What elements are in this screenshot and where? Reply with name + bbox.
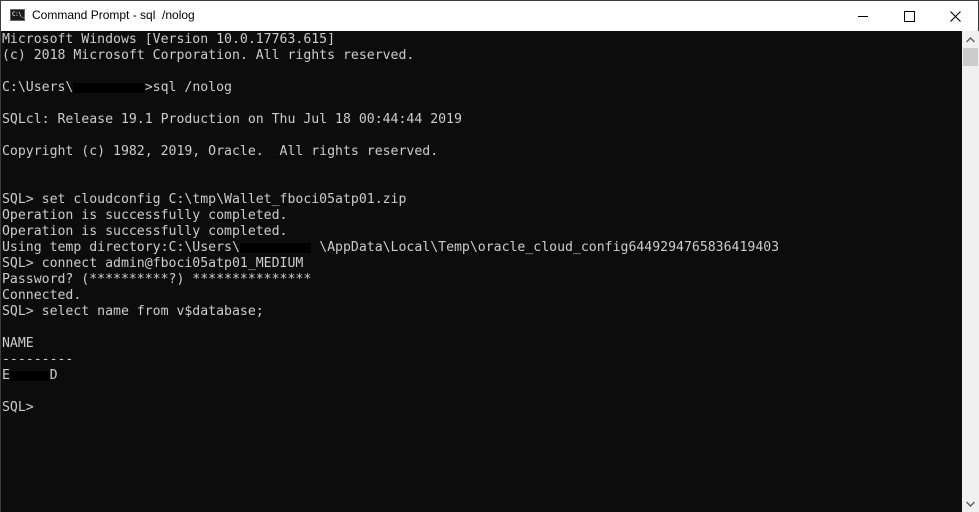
console-line: C:\Users\xxxxxxxxx>sql /nolog <box>2 80 232 96</box>
cmd-app-icon[interactable]: C:\_ <box>10 9 25 21</box>
console-line: Operation is successfully completed. <box>2 208 288 223</box>
console-line: SQL> set cloudconfig C:\tmp\Wallet_fboci… <box>2 192 407 207</box>
console-line: Copyright (c) 1982, 2019, Oracle. All ri… <box>2 144 439 159</box>
chevron-down-icon <box>966 500 975 507</box>
title-bar[interactable]: C:\_ Command Prompt - sql /nolog <box>1 1 978 31</box>
redacted-text: xxxxxxxxx <box>73 80 146 96</box>
console-line: Using temp directory:C:\Users\xxxxxxxxx … <box>2 240 779 256</box>
maximize-button[interactable] <box>886 1 932 31</box>
close-icon <box>949 10 961 22</box>
console-line: Operation is successfully completed. <box>2 224 288 239</box>
console-line: SQL> <box>2 400 34 415</box>
console-line: --------- <box>2 352 74 367</box>
console-line: NAME <box>2 336 34 351</box>
redacted-text: xxxxxxxxx <box>239 240 312 256</box>
console-text: >sql /nolog <box>144 80 232 95</box>
redacted-text: xxxxx <box>9 368 50 384</box>
scroll-up-button[interactable] <box>962 31 979 48</box>
console-line: ExxxxxD <box>2 368 58 384</box>
close-button[interactable] <box>932 1 978 31</box>
console-line: SQL> connect admin@fboci05atp01_MEDIUM <box>2 256 304 271</box>
console-line: SQL> select name from v$database; <box>2 304 264 319</box>
console-output[interactable]: Microsoft Windows [Version 10.0.17763.61… <box>1 31 962 512</box>
console-line: Microsoft Windows [Version 10.0.17763.61… <box>2 32 336 47</box>
console-text: Using temp directory:C:\Users\ <box>2 240 240 255</box>
maximize-icon <box>903 10 915 22</box>
cmd-app-icon-label: C:\_ <box>12 11 25 18</box>
console-text: E <box>2 368 10 383</box>
vertical-scrollbar[interactable] <box>962 31 979 512</box>
scroll-down-button[interactable] <box>962 495 979 512</box>
console-text: D <box>49 368 58 383</box>
scrollbar-thumb[interactable] <box>963 48 978 66</box>
console-line: Password? (**********?) *************** <box>2 272 312 287</box>
command-prompt-window: C:\_ Command Prompt - sql /nolog Microso… <box>0 0 979 512</box>
console-line: SQLcl: Release 19.1 Production on Thu Ju… <box>2 112 462 127</box>
console-line: Connected. <box>2 288 82 303</box>
minimize-icon <box>858 15 868 17</box>
minimize-button[interactable] <box>840 1 886 31</box>
window-title: Command Prompt - sql /nolog <box>32 8 195 22</box>
console-text: \AppData\Local\Temp\oracle_cloud_config6… <box>311 240 780 255</box>
console-text: C:\Users\ <box>2 80 74 95</box>
chevron-up-icon <box>966 36 975 43</box>
console-line: (c) 2018 Microsoft Corporation. All righ… <box>2 48 415 63</box>
